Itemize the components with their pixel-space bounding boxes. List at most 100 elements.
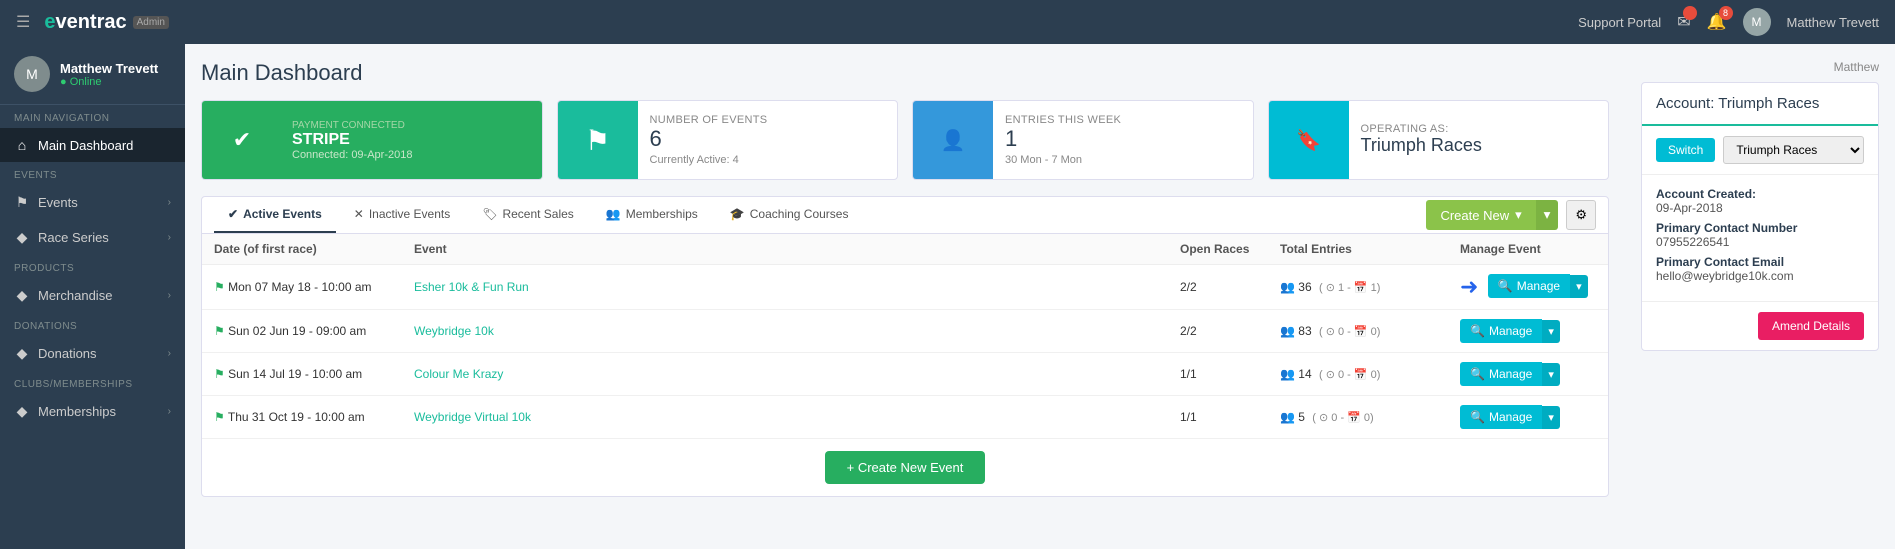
manage-dropdown-button[interactable]: ▾ [1542,406,1560,429]
sidebar-item-donations[interactable]: ◆ Donations › [0,336,185,371]
sidebar-user-info: Matthew Trevett Online [60,61,158,88]
top-nav-right: Support Portal ✉ 🔔 8 M Matthew Trevett [1578,8,1879,36]
sidebar-section-donations: Donations [0,313,185,336]
stat-card-stripe-body: PAYMENT CONNECTED STRIPE Connected: 09-A… [282,101,542,179]
flag-icon: ⚑ [214,367,228,381]
chevron-icon: › [168,348,171,359]
merchandise-icon: ◆ [14,287,30,304]
race-series-icon: ◆ [14,229,30,246]
sidebar-status: Online [60,76,158,88]
sidebar-section-products: Products [0,255,185,278]
account-created: Account Created: 09-Apr-2018 [1656,187,1864,215]
manage-button[interactable]: 🔍 Manage [1460,405,1542,429]
col-event: Event [402,234,1168,265]
x-icon: ✕ [354,207,364,221]
create-event-row: + Create New Event [202,439,1608,496]
primary-contact-number: Primary Contact Number 07955226541 [1656,221,1864,249]
sidebar-item-label: Memberships [38,404,116,419]
row-total-entries: 👥 36 ( ⊙ 1 - 📅 1) [1268,265,1448,310]
create-event-button[interactable]: + Create New Event [825,451,986,484]
operating-stat-icon: 🔖 [1269,101,1349,179]
hamburger-icon[interactable]: ☰ [16,12,30,32]
operating-stat-value: Triumph Races [1361,135,1597,157]
row-open-races: 2/2 [1168,265,1268,310]
sidebar-item-memberships[interactable]: ◆ Memberships › [0,394,185,429]
flag-icon: ⚑ [214,410,228,424]
col-date: Date (of first race) [202,234,402,265]
account-card: Account: Triumph Races Switch Triumph Ra… [1641,82,1879,351]
right-user-label: Matthew [1641,60,1879,74]
account-switch-row: Switch Triumph Races [1642,126,1878,175]
settings-button[interactable]: ⚙ [1566,200,1596,230]
event-link[interactable]: Weybridge Virtual 10k [414,410,531,424]
events-icon: ⚑ [14,194,30,211]
manage-dropdown-button[interactable]: ▾ [1542,363,1560,386]
amend-details-button[interactable]: Amend Details [1758,312,1864,340]
col-total-entries: Total Entries [1268,234,1448,265]
event-link[interactable]: Colour Me Krazy [414,367,503,381]
user-name-label: Matthew Trevett [1787,15,1879,30]
tab-memberships[interactable]: 👥 Memberships [592,197,712,233]
notification-icon[interactable]: 🔔 8 [1707,12,1727,32]
manage-button[interactable]: 🔍 Manage [1460,362,1542,386]
stat-card-operating: 🔖 OPERATING AS: Triumph Races [1268,100,1610,180]
logo-e: e [44,11,55,33]
logo: eventrac Admin [44,11,169,34]
memberships-icon: ◆ [14,403,30,420]
event-link[interactable]: Weybridge 10k [414,324,494,338]
caret-down-icon: ▾ [1515,207,1522,223]
primary-email-label: Primary Contact Email [1656,255,1864,269]
account-select[interactable]: Triumph Races [1723,136,1864,164]
tab-recent-sales[interactable]: 🏷 Recent Sales [468,197,588,233]
row-date: ⚑ Sun 02 Jun 19 - 09:00 am [202,310,402,353]
entries-stat-value: 1 [1005,126,1241,152]
donations-icon: ◆ [14,345,30,362]
payment-value: STRIPE [292,131,532,149]
primary-email-value: hello@weybridge10k.com [1656,269,1794,283]
stat-card-events: ⚑ NUMBER OF EVENTS 6 Currently Active: 4 [557,100,899,180]
manage-group: 🔍 Manage ▾ [1460,319,1596,343]
chevron-icon: › [168,290,171,301]
stats-row: ✔ PAYMENT CONNECTED STRIPE Connected: 09… [201,100,1609,180]
row-open-races: 2/2 [1168,310,1268,353]
row-manage: 🔍 Manage ▾ [1448,310,1608,353]
entries-stat-icon: 👤 [913,101,993,179]
sidebar-item-main-dashboard[interactable]: ⌂ Main Dashboard [0,128,185,162]
account-card-header: Account: Triumph Races [1642,83,1878,126]
tab-active-events[interactable]: ✔ Active Events [214,197,336,233]
sidebar-item-race-series[interactable]: ◆ Race Series › [0,220,185,255]
row-event: Colour Me Krazy [402,353,1168,396]
support-portal-link[interactable]: Support Portal [1578,15,1661,30]
email-icon[interactable]: ✉ [1677,12,1690,32]
primary-contact-value: 07955226541 [1656,235,1729,249]
switch-button[interactable]: Switch [1656,138,1715,162]
create-new-button[interactable]: Create New ▾ [1426,200,1535,230]
payment-label: PAYMENT CONNECTED [292,120,532,131]
manage-dropdown-button[interactable]: ▾ [1542,320,1560,343]
notification-badge: 8 [1719,6,1733,20]
row-open-races: 1/1 [1168,396,1268,439]
row-manage: 🔍 Manage ▾ [1448,396,1608,439]
tab-coaching-courses[interactable]: 🎓 Coaching Courses [716,197,863,233]
main-content: Main Dashboard ✔ PAYMENT CONNECTED STRIP… [185,44,1625,549]
sidebar-item-events[interactable]: ⚑ Events › [0,185,185,220]
manage-button[interactable]: 🔍 Manage [1460,319,1542,343]
event-link[interactable]: Esher 10k & Fun Run [414,280,529,294]
right-sidebar: Matthew Account: Triumph Races Switch Tr… [1625,44,1895,549]
events-section: ✔ Active Events ✕ Inactive Events 🏷 Rece… [201,196,1609,497]
manage-dropdown-button[interactable]: ▾ [1570,275,1588,298]
row-total-entries: 👥 83 ( ⊙ 0 - 📅 0) [1268,310,1448,353]
sidebar-item-label: Main Dashboard [38,138,133,153]
row-event: Weybridge Virtual 10k [402,396,1168,439]
tab-inactive-events[interactable]: ✕ Inactive Events [340,197,464,233]
entries-stat-sub: 30 Mon - 7 Mon [1005,154,1241,166]
sidebar-item-merchandise[interactable]: ◆ Merchandise › [0,278,185,313]
manage-button[interactable]: 🔍 Manage [1488,274,1570,298]
sidebar: M Matthew Trevett Online MAIN NAVIGATION… [0,44,185,549]
create-new-dropdown-button[interactable]: ▾ [1536,200,1559,230]
logo-admin-badge: Admin [133,16,169,29]
row-manage: ➜ 🔍 Manage ▾ [1448,265,1608,310]
row-event: Esher 10k & Fun Run [402,265,1168,310]
flag-icon: ⚑ [214,280,228,294]
search-icon: 🔍 [1498,279,1513,293]
